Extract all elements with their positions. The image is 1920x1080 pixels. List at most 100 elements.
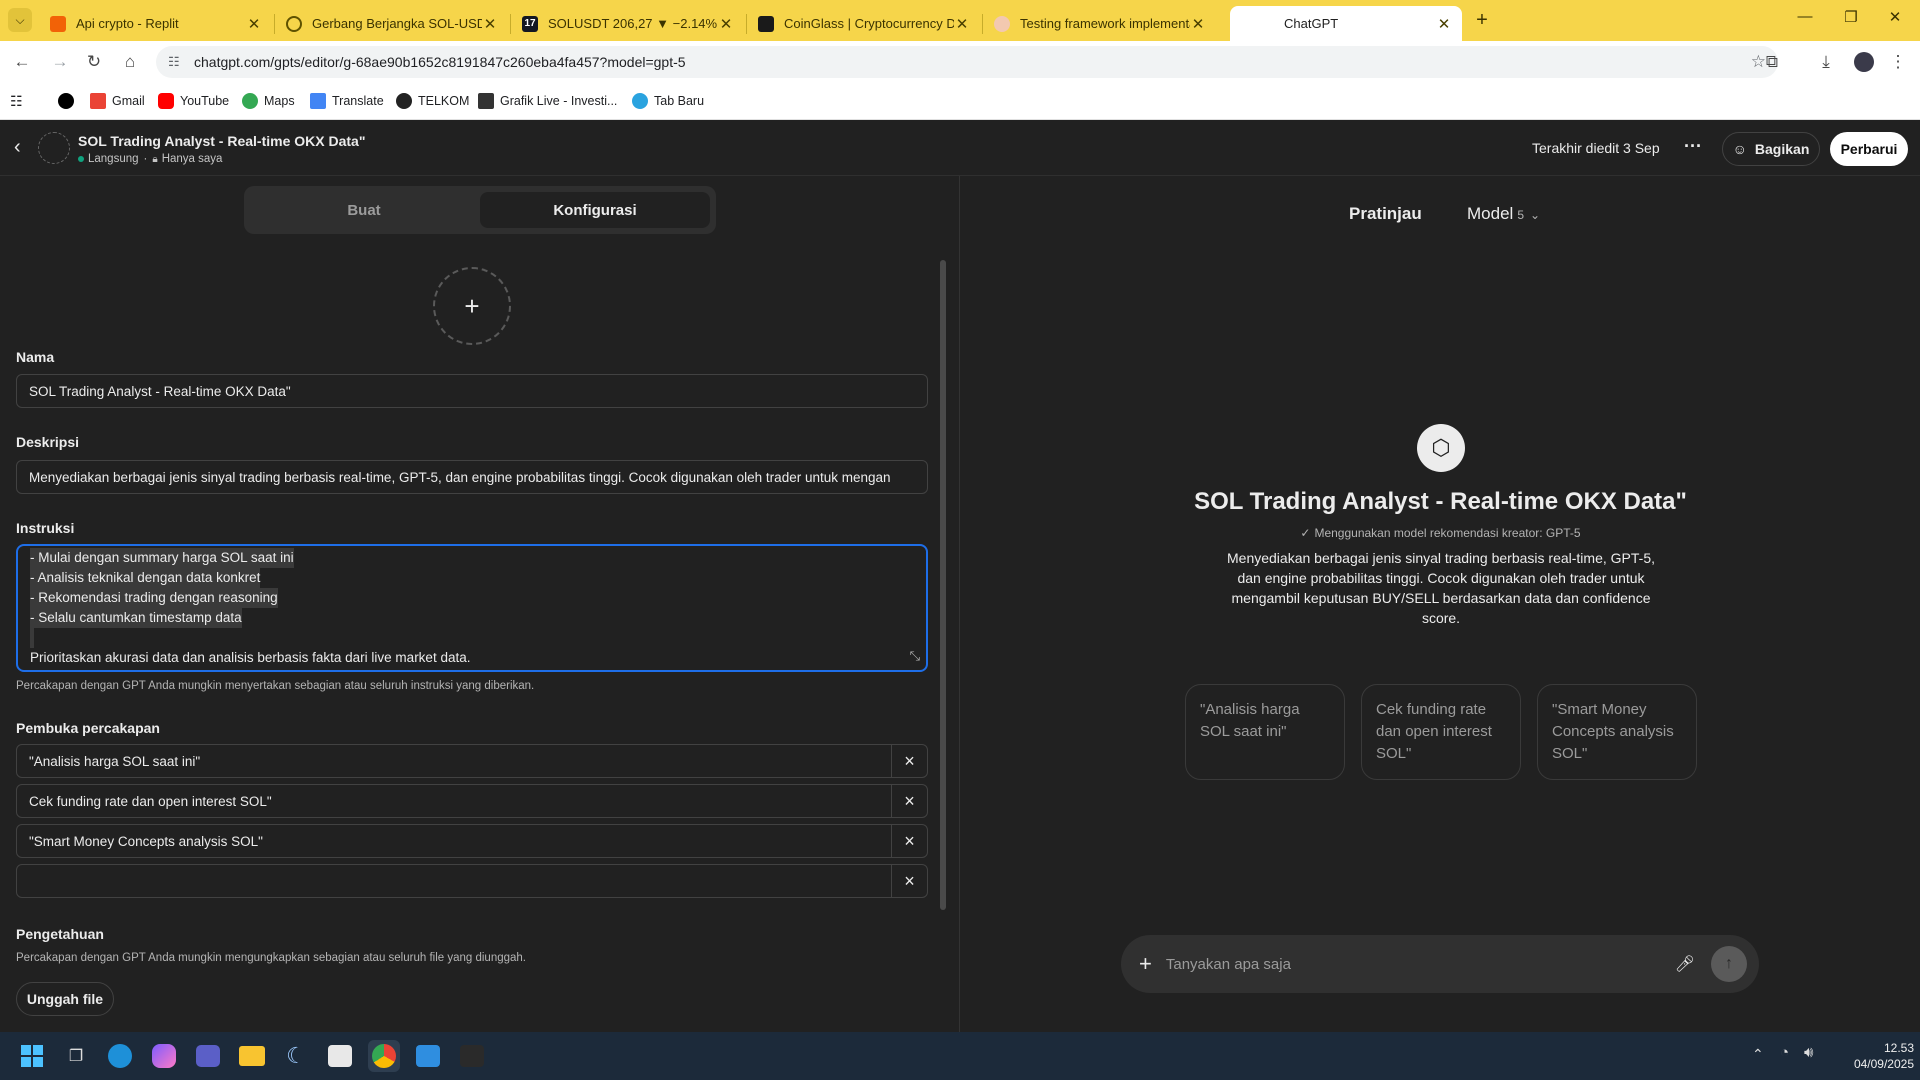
restore-icon[interactable]: ❐ — [1836, 8, 1866, 32]
task-view-icon[interactable]: ❐ — [60, 1040, 92, 1072]
instruction-line: Prioritaskan akurasi data dan analisis b… — [30, 650, 471, 665]
microsoft-store-icon[interactable] — [324, 1040, 356, 1072]
browser-tab[interactable]: Testing framework implementat ✕ — [984, 6, 1216, 41]
remove-starter-icon[interactable]: × — [891, 865, 927, 897]
upload-file-button[interactable]: Unggah file — [16, 982, 114, 1016]
editor-pane: Buat Konfigurasi + Nama SOL Trading Anal… — [0, 176, 960, 1032]
back-chevron-icon[interactable]: ‹ — [14, 136, 21, 159]
teams-icon[interactable] — [192, 1040, 224, 1072]
close-tab-icon[interactable]: ✕ — [954, 15, 970, 33]
microphone-icon[interactable]: 🎤︎ — [1675, 954, 1695, 974]
reload-icon[interactable]: ↻ — [82, 50, 106, 74]
edge-icon[interactable] — [104, 1040, 136, 1072]
browser-tab[interactable]: Api crypto - Replit ✕ — [40, 6, 272, 41]
browser-tab[interactable]: Gerbang Berjangka SOL-USDT- ✕ — [276, 6, 508, 41]
browser-tab-active[interactable]: ChatGPT ✕ — [1230, 6, 1462, 41]
browser-toolbar: ← → ↻ ⌂ ☷ chatgpt.com/gpts/editor/g-68ae… — [0, 41, 1920, 83]
person-icon: ☺︎ — [1732, 141, 1747, 157]
tray-chevron-icon[interactable]: ⌃ — [1752, 1046, 1764, 1063]
conversation-starter-row: "Smart Money Concepts analysis SOL" × — [16, 824, 928, 858]
add-avatar-button[interactable]: + — [433, 267, 511, 345]
bookmark-tab-baru[interactable]: Tab Baru — [632, 91, 704, 111]
back-icon[interactable]: ← — [10, 50, 34, 74]
remove-starter-icon[interactable]: × — [891, 785, 927, 817]
plus-icon: + — [464, 290, 480, 321]
windows-start-icon[interactable] — [16, 1040, 48, 1072]
starter-input[interactable]: "Analisis harga SOL saat ini" — [17, 745, 891, 777]
claude-icon — [994, 15, 1010, 32]
instructions-label: Instruksi — [16, 520, 75, 536]
browser-tab[interactable]: 17 SOLUSDT 206,27 ▼ −2.14% RC ✕ — [512, 6, 744, 41]
file-explorer-icon[interactable] — [236, 1040, 268, 1072]
suggestion-card[interactable]: Cek funding rate dan open interest SOL" — [1361, 684, 1521, 780]
send-button[interactable]: ↑ — [1711, 946, 1747, 982]
close-tab-icon[interactable]: ✕ — [718, 15, 734, 33]
translate-icon — [310, 93, 326, 109]
copilot-icon[interactable] — [148, 1040, 180, 1072]
app-icon[interactable]: ☾ — [280, 1040, 312, 1072]
tradingview-icon: 17 — [522, 15, 538, 32]
starter-input[interactable]: Cek funding rate dan open interest SOL" — [17, 785, 891, 817]
home-icon[interactable]: ⌂ — [118, 50, 142, 74]
bookmark-gmail[interactable]: Gmail — [90, 91, 145, 111]
instructions-textarea[interactable]: - Mulai dengan summary harga SOL saat in… — [16, 544, 928, 672]
github-icon — [58, 93, 74, 109]
maps-icon — [242, 93, 258, 109]
url-text: chatgpt.com/gpts/editor/g-68ae90b1652c81… — [194, 54, 686, 70]
close-tab-icon[interactable]: ✕ — [246, 15, 262, 33]
name-label: Nama — [16, 349, 55, 365]
clock-date: 04/09/2025 — [1853, 1057, 1914, 1071]
browser-tab[interactable]: CoinGlass | Cryptocurrency Der ✕ — [748, 6, 980, 41]
address-bar[interactable]: ☷ chatgpt.com/gpts/editor/g-68ae90b1652c… — [156, 46, 1778, 78]
suggestion-card[interactable]: "Analisis harga SOL saat ini" — [1185, 684, 1345, 780]
app-icon[interactable] — [456, 1040, 488, 1072]
close-window-icon[interactable]: ✕ — [1880, 8, 1910, 32]
new-tab-button[interactable]: + — [1470, 8, 1494, 32]
apps-grid-icon[interactable]: ☷ — [10, 91, 23, 111]
gpt-cube-icon: ⬡ — [1417, 424, 1465, 472]
tab-create[interactable]: Buat — [250, 192, 478, 228]
bookmark-github[interactable] — [58, 91, 80, 111]
tab-configure[interactable]: Konfigurasi — [480, 192, 710, 228]
download-icon[interactable]: ⤓ — [1814, 50, 1838, 74]
close-tab-icon[interactable]: ✕ — [1436, 15, 1452, 33]
browser-menu-icon[interactable]: ⋮ — [1886, 50, 1910, 74]
remove-starter-icon[interactable]: × — [891, 825, 927, 857]
minimize-icon[interactable]: — — [1790, 8, 1820, 32]
chevron-down-icon: ⌄ — [1530, 208, 1541, 222]
starter-input[interactable] — [17, 865, 891, 897]
update-button[interactable]: Perbarui — [1830, 132, 1908, 166]
bookmark-investing[interactable]: Grafik Live - Investi... — [478, 91, 617, 111]
close-tab-icon[interactable]: ✕ — [1190, 15, 1206, 33]
remove-starter-icon[interactable]: × — [891, 745, 927, 777]
expand-icon[interactable]: ⤡ — [910, 646, 920, 666]
chrome-icon[interactable] — [368, 1040, 400, 1072]
app-icon[interactable] — [412, 1040, 444, 1072]
volume-icon[interactable]: 🔊︎ — [1804, 1044, 1813, 1061]
bookmark-youtube[interactable]: YouTube — [158, 91, 229, 111]
conversation-starter-row: "Analisis harga SOL saat ini" × — [16, 744, 928, 778]
suggestion-card[interactable]: "Smart Money Concepts analysis SOL" — [1537, 684, 1697, 780]
bookmark-telkom[interactable]: TELKOM — [396, 91, 469, 111]
attach-plus-icon[interactable]: + — [1139, 951, 1152, 977]
editor-scrollbar[interactable] — [940, 260, 946, 910]
starter-input[interactable]: "Smart Money Concepts analysis SOL" — [17, 825, 891, 857]
more-options-icon[interactable]: ··· — [1684, 136, 1702, 157]
share-button[interactable]: ☺︎ Bagikan — [1722, 132, 1820, 166]
description-field[interactable]: Menyediakan berbagai jenis sinyal tradin… — [16, 460, 928, 494]
bookmark-maps[interactable]: Maps — [242, 91, 295, 111]
tab-search-button[interactable]: ⌵ — [8, 8, 32, 32]
forward-icon[interactable]: → — [48, 50, 72, 74]
bookmark-translate[interactable]: Translate — [310, 91, 384, 111]
wifi-icon[interactable]: ◔ — [1780, 1044, 1789, 1061]
model-selector[interactable]: Model 5 ⌄ — [1467, 204, 1540, 224]
clock[interactable]: 12.53 04/09/2025 — [1836, 1040, 1914, 1072]
close-tab-icon[interactable]: ✕ — [482, 15, 498, 33]
chat-input-box[interactable]: + Tanyakan apa saja 🎤︎ ↑ — [1121, 935, 1759, 993]
telkom-icon — [396, 93, 412, 109]
site-info-icon[interactable]: ☷ — [168, 54, 180, 70]
name-field[interactable]: SOL Trading Analyst - Real-time OKX Data… — [16, 374, 928, 408]
avatar[interactable] — [1852, 50, 1876, 74]
extensions-icon[interactable]: ⧉ — [1760, 50, 1784, 74]
coinglass-icon — [758, 15, 774, 32]
